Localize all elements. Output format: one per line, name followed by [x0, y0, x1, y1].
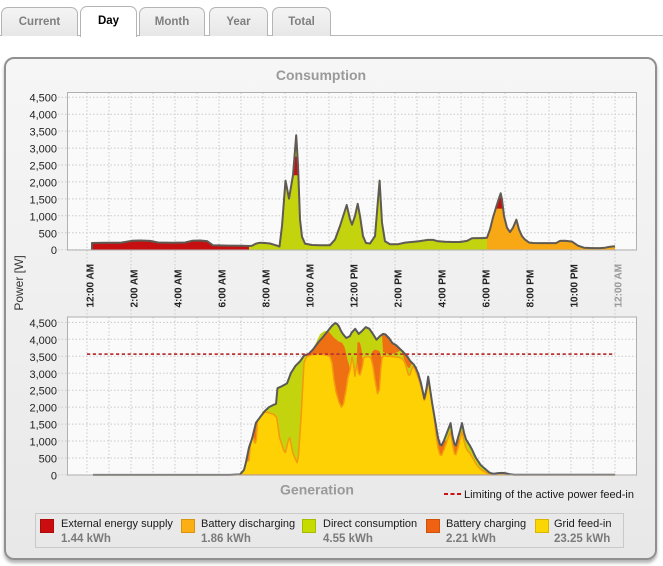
svg-text:Generation: Generation: [280, 482, 354, 498]
svg-text:2,500: 2,500: [29, 386, 57, 398]
svg-text:12:00 AM: 12:00 AM: [86, 264, 97, 308]
svg-text:4:00 AM: 4:00 AM: [174, 270, 185, 308]
svg-text:4,000: 4,000: [29, 335, 57, 347]
svg-text:Limiting of the active power f: Limiting of the active power feed-in: [464, 489, 634, 501]
svg-text:4,500: 4,500: [29, 93, 57, 105]
svg-text:6:00 PM: 6:00 PM: [482, 270, 493, 308]
svg-text:3,500: 3,500: [29, 352, 57, 364]
svg-text:Power [W]: Power [W]: [12, 255, 26, 310]
svg-text:1,500: 1,500: [29, 420, 57, 432]
svg-text:500: 500: [39, 228, 57, 240]
svg-text:2,500: 2,500: [29, 161, 57, 173]
svg-text:10:00 PM: 10:00 PM: [570, 264, 581, 307]
svg-text:2:00 AM: 2:00 AM: [130, 270, 141, 308]
svg-text:Consumption: Consumption: [276, 67, 366, 83]
svg-text:3,000: 3,000: [29, 144, 57, 156]
svg-text:6:00 AM: 6:00 AM: [218, 270, 229, 308]
svg-text:4:00 PM: 4:00 PM: [438, 270, 449, 308]
svg-text:0: 0: [51, 245, 57, 257]
svg-text:4,000: 4,000: [29, 110, 57, 122]
svg-text:2,000: 2,000: [29, 177, 57, 189]
svg-text:3,500: 3,500: [29, 127, 57, 139]
svg-text:0: 0: [51, 470, 57, 482]
svg-text:500: 500: [39, 454, 57, 466]
svg-text:1,000: 1,000: [29, 437, 57, 449]
svg-text:10:00 AM: 10:00 AM: [306, 264, 317, 308]
svg-text:8:00 AM: 8:00 AM: [262, 270, 273, 308]
svg-text:4,500: 4,500: [29, 318, 57, 330]
svg-text:12:00 AM: 12:00 AM: [614, 264, 625, 308]
svg-text:3,000: 3,000: [29, 369, 57, 381]
svg-text:2:00 PM: 2:00 PM: [394, 270, 405, 308]
svg-text:12:00 PM: 12:00 PM: [350, 264, 361, 307]
svg-text:2,000: 2,000: [29, 403, 57, 415]
svg-text:8:00 PM: 8:00 PM: [526, 270, 537, 308]
svg-text:1,500: 1,500: [29, 194, 57, 206]
svg-text:1,000: 1,000: [29, 211, 57, 223]
